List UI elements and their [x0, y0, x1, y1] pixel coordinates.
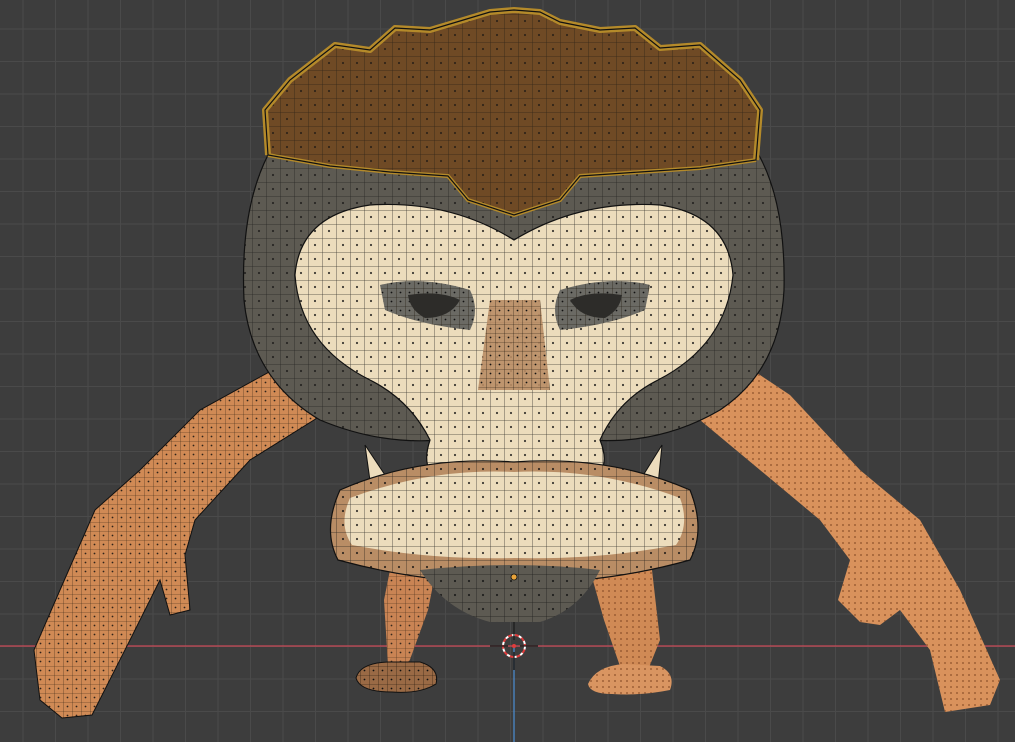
- right-leg[interactable]: [588, 570, 672, 695]
- scene-canvas[interactable]: [0, 0, 1015, 742]
- object-origin: [510, 573, 518, 581]
- chin: [420, 565, 600, 622]
- right-arm[interactable]: [700, 355, 1000, 712]
- left-leg[interactable]: [355, 560, 438, 693]
- monkey-mesh[interactable]: [33, 7, 1000, 719]
- muzzle[interactable]: [329, 460, 699, 583]
- 3d-cursor-icon[interactable]: [490, 622, 538, 670]
- left-arm[interactable]: [33, 354, 331, 719]
- 3d-viewport[interactable]: [0, 0, 1015, 742]
